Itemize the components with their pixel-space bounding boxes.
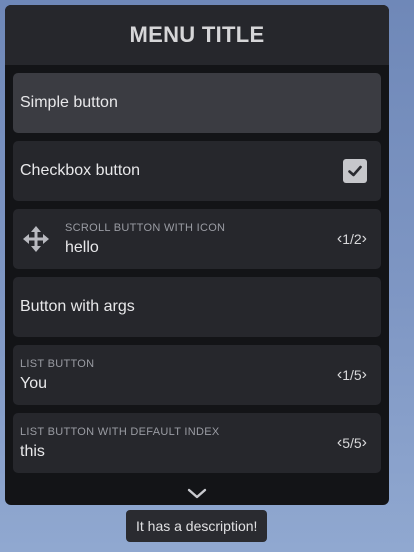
list-button-index: 1/5 — [342, 367, 362, 383]
description-tooltip: It has a description! — [126, 510, 268, 542]
list-button-default-value: this — [20, 442, 45, 460]
list-button-default-index-value: 5/5 — [342, 435, 362, 451]
chevron-right-icon[interactable]: › — [362, 434, 367, 452]
list-button-text: LIST BUTTON You — [20, 358, 94, 393]
check-icon — [348, 165, 362, 177]
checkbox[interactable] — [343, 159, 367, 183]
button-with-args[interactable]: Button with args — [13, 277, 381, 337]
button-with-args-label: Button with args — [20, 298, 135, 315]
menu-header: MENU TITLE — [5, 5, 389, 65]
scroll-button-value: hello — [65, 238, 99, 256]
list-button-default-index[interactable]: LIST BUTTON WITH DEFAULT INDEX this ‹ 5/… — [13, 413, 381, 473]
list-button-default-counter[interactable]: ‹ 5/5 › — [337, 434, 367, 452]
list-button-value: You — [20, 374, 47, 392]
list-button-label: LIST BUTTON — [20, 357, 95, 370]
list-button-counter[interactable]: ‹ 1/5 › — [337, 366, 367, 384]
checkbox-button-label: Checkbox button — [20, 162, 141, 179]
menu-title: MENU TITLE — [129, 22, 265, 47]
move-icon — [23, 226, 49, 252]
list-button[interactable]: LIST BUTTON You ‹ 1/5 › — [13, 345, 381, 405]
list-button-default-text: LIST BUTTON WITH DEFAULT INDEX this — [20, 426, 220, 461]
scroll-button-index: 1/2 — [342, 231, 362, 247]
chevron-right-icon[interactable]: › — [362, 230, 367, 248]
scroll-button-counter[interactable]: ‹ 1/2 › — [337, 230, 367, 248]
tooltip-text: It has a description! — [136, 518, 258, 534]
simple-button-label: Simple button — [20, 94, 118, 111]
chevron-right-icon[interactable]: › — [362, 366, 367, 384]
checkbox-button[interactable]: Checkbox button — [13, 141, 381, 201]
list-button-default-label: LIST BUTTON WITH DEFAULT INDEX — [20, 425, 220, 438]
scroll-button-text: SCROLL BUTTON WITH ICON hello — [65, 222, 225, 257]
menu-panel: MENU TITLE Simple button Checkbox button — [5, 5, 389, 505]
scroll-button[interactable]: SCROLL BUTTON WITH ICON hello ‹ 1/2 › — [13, 209, 381, 269]
simple-button[interactable]: Simple button — [13, 73, 381, 133]
chevron-down-icon[interactable] — [186, 487, 208, 501]
scroll-button-label: SCROLL BUTTON WITH ICON — [65, 221, 226, 234]
